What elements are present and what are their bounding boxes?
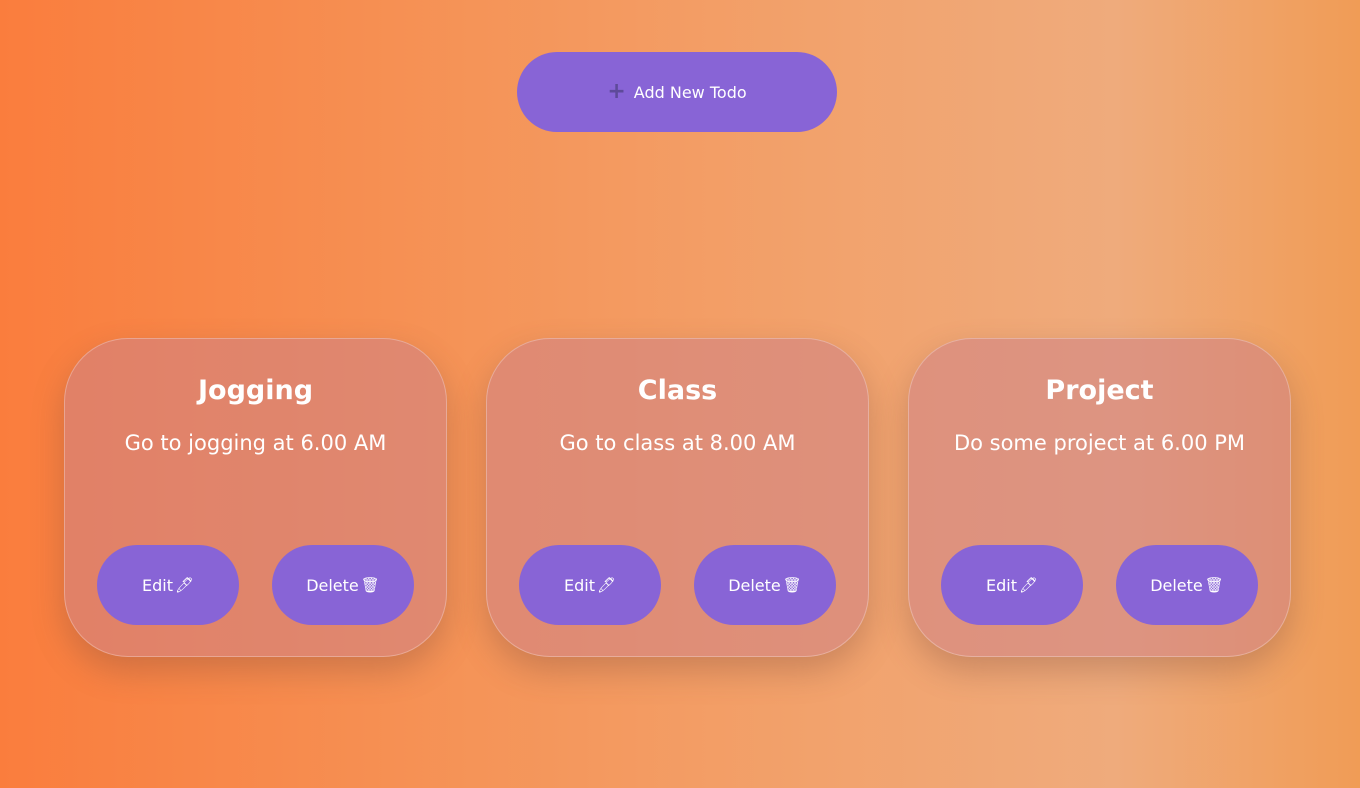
todo-title: Class <box>637 375 718 406</box>
todo-description: Go to jogging at 6.00 AM <box>124 431 387 455</box>
pen-icon: 🖊 <box>596 576 617 594</box>
todo-title: Jogging <box>197 375 314 406</box>
edit-label: Edit <box>141 575 173 595</box>
trash-icon: 🗑 <box>1204 576 1224 594</box>
pen-icon: 🖊 <box>1018 576 1039 594</box>
todo-title: Project <box>1045 375 1154 406</box>
todo-card: Jogging Go to jogging at 6.00 AM Edit 🖊 … <box>64 338 447 657</box>
todo-card: Project Do some project at 6.00 PM Edit … <box>908 338 1291 657</box>
edit-button[interactable]: Edit 🖊 <box>519 545 661 625</box>
delete-button[interactable]: Delete 🗑 <box>272 545 414 625</box>
todo-card: Class Go to class at 8.00 AM Edit 🖊 Dele… <box>486 338 869 657</box>
delete-button[interactable]: Delete 🗑 <box>694 545 836 625</box>
edit-label: Edit <box>985 575 1017 595</box>
add-new-todo-button[interactable]: + Add New Todo <box>517 52 837 132</box>
delete-label: Delete <box>306 575 359 595</box>
delete-button[interactable]: Delete 🗑 <box>1116 545 1258 625</box>
add-new-todo-label: Add New Todo <box>633 82 747 102</box>
edit-button[interactable]: Edit 🖊 <box>97 545 239 625</box>
delete-label: Delete <box>1150 575 1203 595</box>
plus-icon: + <box>607 79 626 104</box>
delete-label: Delete <box>728 575 781 595</box>
trash-icon: 🗑 <box>782 576 802 594</box>
trash-icon: 🗑 <box>360 576 380 594</box>
todo-description: Do some project at 6.00 PM <box>953 431 1246 455</box>
edit-button[interactable]: Edit 🖊 <box>941 545 1083 625</box>
pen-icon: 🖊 <box>174 576 195 594</box>
edit-label: Edit <box>563 575 595 595</box>
todo-description: Go to class at 8.00 AM <box>559 431 796 455</box>
